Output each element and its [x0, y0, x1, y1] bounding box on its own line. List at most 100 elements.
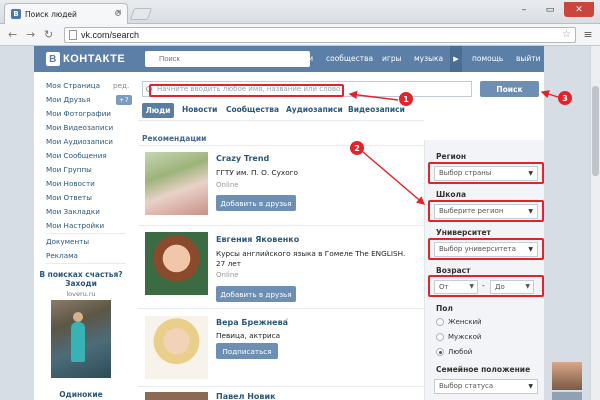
close-window-icon[interactable]: ✕ [564, 2, 594, 17]
recommendations-title: Рекомендации [142, 134, 207, 143]
url-text: vk.com/search [81, 30, 140, 40]
row-divider [138, 225, 424, 226]
person-name[interactable]: Вера Брежнева [216, 318, 288, 327]
person-avatar[interactable] [145, 232, 208, 295]
browser-menu-icon[interactable]: ≡ [582, 28, 594, 41]
nav-games[interactable]: игры [382, 54, 402, 63]
vk-logo[interactable]: В КОНТАКТЕ [46, 51, 125, 67]
tab-people[interactable]: Люди [142, 103, 174, 118]
nav-people[interactable]: люди [292, 54, 313, 63]
tab-communities[interactable]: Сообщества [226, 102, 279, 116]
side-thumbnail[interactable] [552, 362, 582, 390]
menu-documents[interactable]: Документы [46, 237, 89, 246]
back-icon[interactable]: ← [8, 28, 17, 41]
play-icon[interactable]: ▶ [450, 46, 462, 72]
menu-my-page[interactable]: Моя Страница [46, 81, 100, 90]
menu-my-photos[interactable]: Мои Фотографии [46, 109, 111, 118]
person-name[interactable]: Crazy Trend [216, 154, 269, 163]
ad-figure-head [73, 312, 83, 322]
menu-my-videos[interactable]: Мои Видеозаписи [46, 123, 113, 132]
marital-label: Семейное положение [436, 365, 531, 374]
age-highlight-box [428, 275, 544, 297]
annotation-marker-2: 2 [350, 141, 364, 155]
header-search-icon [115, 10, 121, 16]
person-info: ГГТУ им. П. О. Сухого [216, 168, 299, 177]
gender-female-label[interactable]: Женский [448, 318, 482, 326]
person-avatar[interactable] [145, 316, 208, 379]
menu-my-audio[interactable]: Мои Аудиозаписи [46, 137, 113, 146]
person-age: 27 лет [216, 259, 242, 268]
maximize-icon[interactable]: ▭ [540, 2, 560, 17]
page-icon [69, 30, 77, 40]
age-label: Возраст [436, 266, 471, 275]
region-label: Регион [436, 152, 467, 161]
menu-ads[interactable]: Реклама [46, 251, 78, 260]
ad-site[interactable]: loveru.ru [36, 290, 126, 298]
new-tab-button[interactable] [129, 8, 153, 20]
menu-my-news[interactable]: Мои Новости [46, 179, 95, 188]
marital-select[interactable]: Выбор статуса ▼ [434, 379, 538, 394]
browser-tab[interactable]: В Поиск людей ✕ [4, 3, 128, 24]
row-divider [138, 386, 424, 387]
gender-male-radio[interactable] [436, 333, 444, 341]
school-highlight-box [428, 200, 544, 222]
add-friend-button[interactable]: Добавить в друзья [216, 286, 296, 302]
person-name[interactable]: Евгения Яковенко [216, 235, 299, 244]
tab-title: Поиск людей [25, 9, 77, 19]
subscribe-button[interactable]: Подписаться [216, 343, 278, 359]
section-divider [138, 145, 424, 146]
menu-edit-link[interactable]: ред. [113, 81, 129, 90]
person-info: Певица, актриса [216, 331, 281, 340]
nav-communities[interactable]: сообщества [326, 54, 373, 63]
gender-male-label[interactable]: Мужской [448, 333, 481, 341]
menu-divider [46, 233, 126, 234]
region-highlight-box [428, 162, 544, 184]
gender-any-label[interactable]: Любой [448, 348, 472, 356]
tab-video[interactable]: Видеозаписи [348, 102, 405, 116]
menu-my-settings[interactable]: Мои Настройки [46, 221, 104, 230]
friends-count-badge: +7 [116, 95, 132, 105]
person-avatar[interactable] [145, 152, 208, 215]
browser-tabbar: В Поиск людей ✕ – ▭ ✕ [0, 0, 600, 24]
arrow-to-search-button [540, 90, 559, 99]
minimize-icon[interactable]: – [514, 2, 534, 17]
gender-any-radio[interactable] [436, 348, 444, 356]
ad-title[interactable]: В поисках счастья? Заходи [36, 270, 126, 288]
bookmark-star-icon[interactable]: ☆ [562, 28, 571, 42]
url-field[interactable]: vk.com/search ☆ [64, 27, 576, 43]
dropdown-arrow-icon: ▼ [528, 383, 533, 390]
header-search-input[interactable] [145, 51, 310, 67]
page-scrollbar[interactable] [590, 46, 600, 400]
menu-my-messages[interactable]: Мои Сообщения [46, 151, 107, 160]
tabs-divider [138, 120, 424, 121]
school-label: Школа [436, 190, 467, 199]
forward-icon[interactable]: → [26, 28, 35, 41]
marital-value: Выбор статуса [439, 382, 494, 390]
menu-my-answers[interactable]: Мои Ответы [46, 193, 92, 202]
university-label: Университет [436, 228, 491, 237]
search-button[interactable]: Поиск [480, 81, 539, 97]
vk-favicon-icon: В [11, 9, 21, 19]
annotation-marker-1: 1 [399, 92, 413, 106]
person-status: Online [216, 181, 239, 189]
menu-my-friends[interactable]: Мои Друзья [46, 95, 90, 104]
person-status: Online [216, 271, 239, 279]
ad-bottom-title[interactable]: Одинокие [36, 390, 126, 399]
nav-help[interactable]: помощь [472, 54, 503, 63]
menu-divider-2 [46, 263, 126, 264]
scrollbar-thumb[interactable] [592, 86, 599, 176]
tab-audio[interactable]: Аудиозаписи [286, 102, 343, 116]
person-avatar[interactable] [145, 392, 208, 400]
menu-my-bookmarks[interactable]: Мои Закладки [46, 207, 100, 216]
menu-my-groups[interactable]: Мои Группы [46, 165, 92, 174]
nav-music[interactable]: музыка [414, 54, 443, 63]
side-thumbnail[interactable] [552, 392, 582, 400]
vk-logo-icon: В [46, 52, 60, 66]
nav-logout[interactable]: выйти [516, 54, 540, 63]
gender-female-radio[interactable] [436, 318, 444, 326]
reload-icon[interactable]: ↻ [44, 28, 53, 41]
row-divider [138, 308, 424, 309]
add-friend-button[interactable]: Добавить в друзья [216, 195, 296, 211]
person-name[interactable]: Павел Новик [216, 392, 276, 400]
tab-news[interactable]: Новости [182, 102, 217, 116]
